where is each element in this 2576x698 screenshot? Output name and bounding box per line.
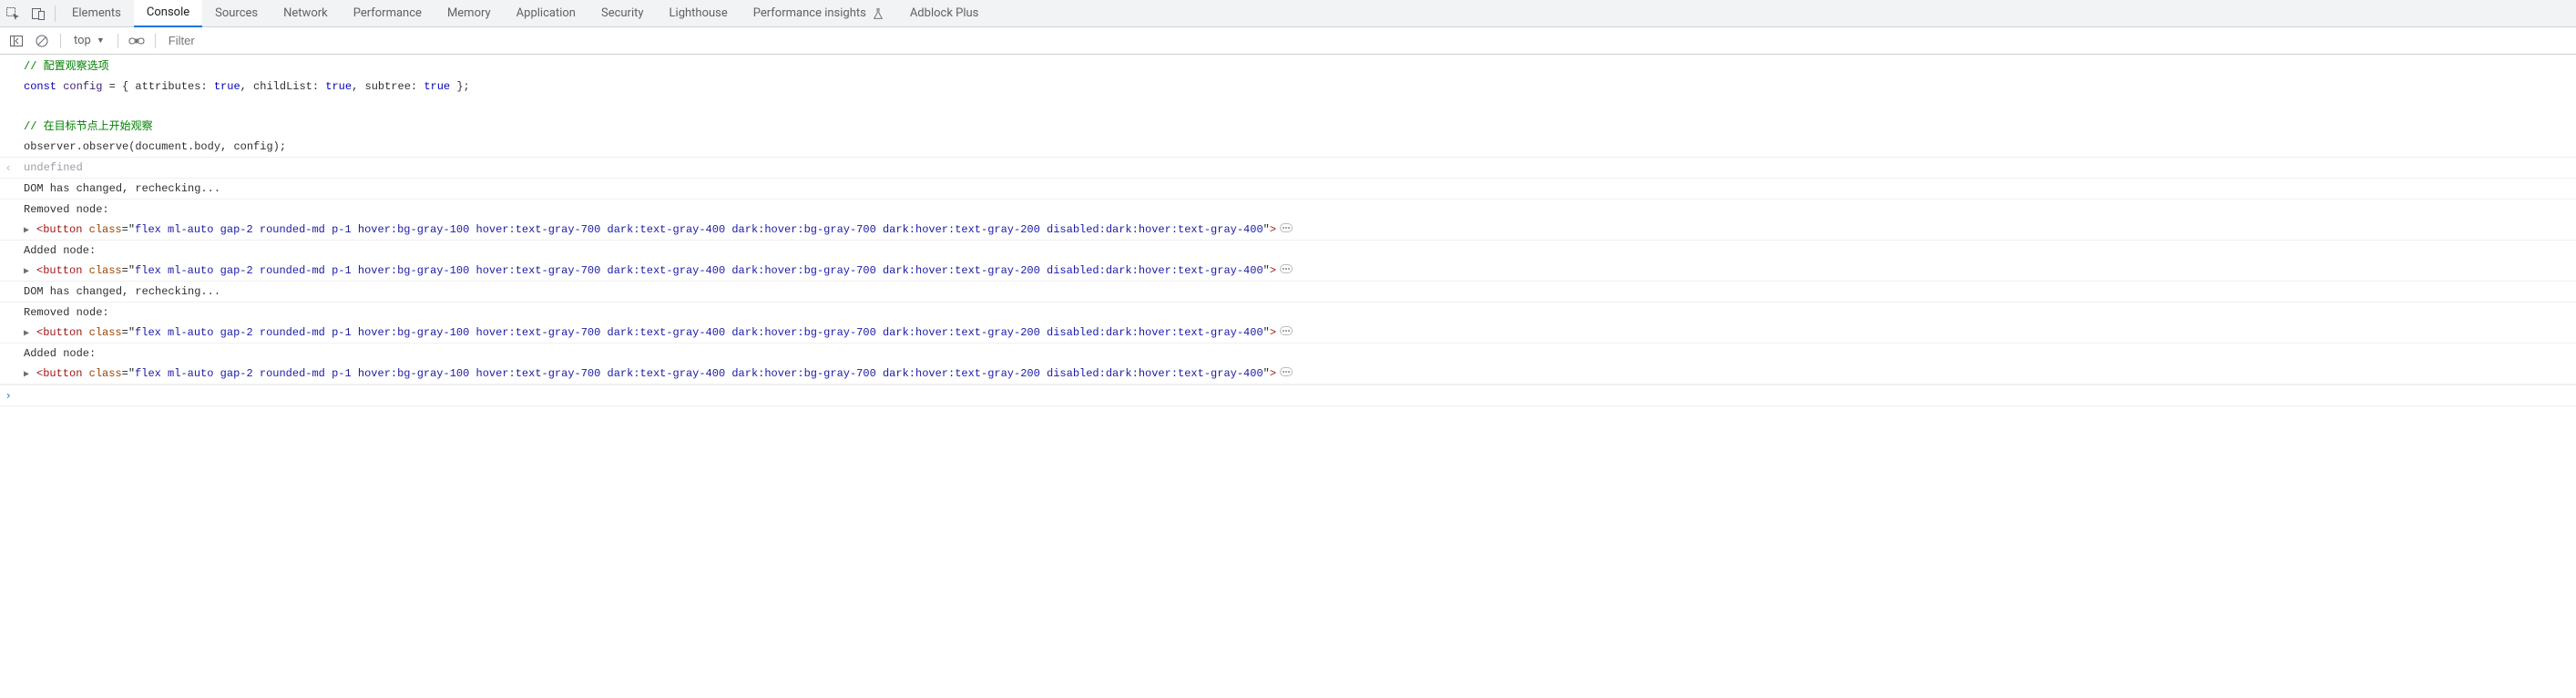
log-text: Added node: [24,345,2576,362]
console-code-line [0,97,2576,117]
ellipsis-icon[interactable] [1280,367,1293,376]
element-preview: ▶<button class="flex ml-auto gap-2 round… [24,324,2576,341]
expand-icon[interactable]: ▶ [24,224,33,238]
tab-application[interactable]: Application [504,0,588,27]
tab-security[interactable]: Security [588,0,657,27]
tab-network[interactable]: Network [271,0,341,27]
console-log-line: Removed node: [0,200,2576,220]
clear-console-icon[interactable] [31,30,53,52]
console-footer-blank [0,405,2576,422]
separator [60,34,61,48]
element-preview: ▶<button class="flex ml-auto gap-2 round… [24,365,2576,382]
context-label: top [74,34,91,47]
tab-label: Performance insights [753,6,866,20]
undefined-value: undefined [24,159,2576,176]
tab-elements[interactable]: Elements [59,0,134,27]
separator [155,34,156,48]
tab-console[interactable]: Console [134,0,202,27]
prompt-icon: › [0,387,24,404]
ellipsis-icon[interactable] [1280,326,1293,335]
log-text: Added node: [24,242,2576,259]
console-log-line: Added node: [0,344,2576,364]
tab-performance[interactable]: Performance [341,0,434,27]
expand-icon[interactable]: ▶ [24,327,33,341]
console-element-line[interactable]: ▶<button class="flex ml-auto gap-2 round… [0,323,2576,344]
console-output: // 配置观察选项 const config = { attributes: t… [0,55,2576,422]
empty-line [24,98,2576,115]
code-line: const config = { attributes: true, child… [24,78,2576,95]
ellipsis-icon[interactable] [1280,223,1293,232]
ellipsis-icon[interactable] [1280,264,1293,273]
element-preview: ▶<button class="flex ml-auto gap-2 round… [24,262,2576,279]
flask-icon [872,7,884,20]
log-text: DOM has changed, rechecking... [24,283,2576,300]
code-line: observer.observe(document.body, config); [24,139,2576,155]
devtools-tabbar: Elements Console Sources Network Perform… [0,0,2576,27]
console-code-line: // 在目标节点上开始观察 [0,117,2576,137]
expand-icon[interactable]: ▶ [24,368,33,382]
filter-input[interactable] [163,31,327,51]
sidebar-toggle-icon[interactable] [5,30,27,52]
live-expression-icon[interactable] [126,30,148,52]
console-code-line: observer.observe(document.body, config); [0,137,2576,158]
return-arrow-icon: ‹ [0,159,24,176]
log-text: Removed node: [24,201,2576,218]
log-text: DOM has changed, rechecking... [24,180,2576,197]
element-preview: ▶<button class="flex ml-auto gap-2 round… [24,221,2576,238]
console-code-line: const config = { attributes: true, child… [0,77,2576,97]
console-log-line: DOM has changed, rechecking... [0,282,2576,303]
console-element-line[interactable]: ▶<button class="flex ml-auto gap-2 round… [0,364,2576,385]
tab-adblock-plus[interactable]: Adblock Plus [897,0,992,27]
context-selector[interactable]: top ▼ [68,30,110,52]
tab-performance-insights[interactable]: Performance insights [741,0,897,27]
console-element-line[interactable]: ▶<button class="flex ml-auto gap-2 round… [0,220,2576,241]
inspect-icon[interactable] [0,0,26,27]
console-log-line: Added node: [0,241,2576,261]
console-code-line: // 配置观察选项 [0,56,2576,77]
chevron-down-icon: ▼ [97,36,105,46]
tab-memory[interactable]: Memory [434,0,504,27]
console-prompt[interactable]: › [0,385,2576,405]
console-toolbar: top ▼ [0,27,2576,55]
expand-icon[interactable]: ▶ [24,265,33,279]
separator [55,5,56,22]
log-text: Removed node: [24,304,2576,321]
console-log-line: DOM has changed, rechecking... [0,179,2576,200]
code-comment: // 配置观察选项 [24,58,2576,75]
console-return-line: ‹ undefined [0,158,2576,179]
code-comment: // 在目标节点上开始观察 [24,118,2576,135]
tab-lighthouse[interactable]: Lighthouse [657,0,741,27]
console-log-line: Removed node: [0,303,2576,323]
tab-sources[interactable]: Sources [202,0,271,27]
console-element-line[interactable]: ▶<button class="flex ml-auto gap-2 round… [0,261,2576,282]
device-toolbar-icon[interactable] [26,0,51,27]
